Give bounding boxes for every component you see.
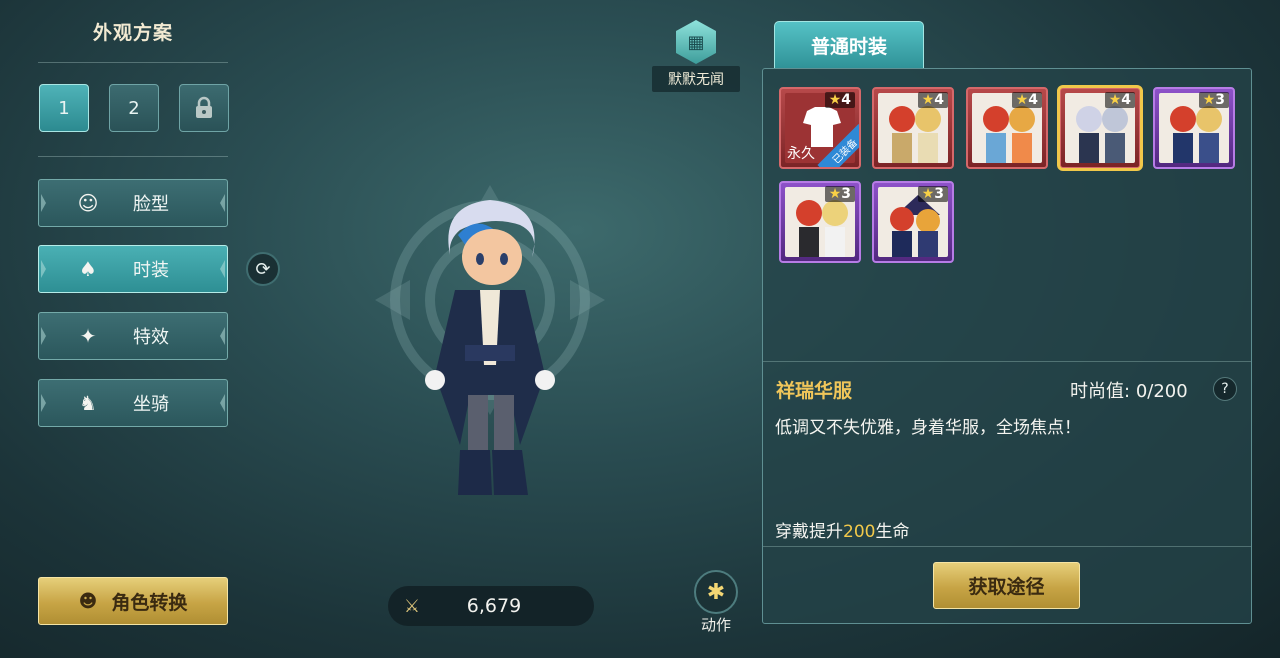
menu-effects-label: 特效	[133, 327, 169, 348]
menu-outfit[interactable]: ♠ 时装	[38, 245, 228, 293]
fashion-label: 时尚值:	[1070, 381, 1131, 402]
title-badge[interactable]: ▦ 默默无闻	[652, 20, 740, 92]
outfit-item[interactable]: ★3	[1153, 87, 1235, 169]
scheme-slot-2[interactable]: 2	[109, 84, 159, 132]
star-rating: ★3	[917, 186, 948, 202]
fashion-value: 时尚值: 0/200	[1070, 377, 1188, 403]
combat-power: ⚔ 6,679	[388, 586, 594, 626]
divider	[763, 546, 1251, 547]
permanent-label: 永久	[787, 146, 815, 162]
scheme-slot-locked[interactable]	[179, 84, 229, 132]
star-rating: ★4	[1011, 92, 1042, 108]
title-badge-icon: ▦	[676, 20, 716, 64]
outfit-item[interactable]: ★3	[779, 181, 861, 263]
appearance-scheme-title: 外观方案	[92, 22, 173, 44]
refresh-button[interactable]: ⟳	[246, 252, 280, 286]
bonus-suffix: 生命	[875, 522, 910, 542]
menu-outfit-label: 时装	[133, 260, 169, 281]
outfit-icon: ♠	[79, 257, 97, 281]
menu-mount-label: 坐骑	[133, 394, 169, 415]
star-rating: ★4	[1104, 92, 1135, 108]
bonus-prefix: 穿戴提升	[775, 522, 843, 542]
outfit-item[interactable]: ★4	[966, 87, 1048, 169]
person-switch-icon: ☻	[78, 590, 98, 612]
tab-normal-outfits[interactable]: 普通时装	[774, 21, 924, 69]
scheme-slot-1[interactable]: 1	[39, 84, 89, 132]
role-switch-label: 角色转换	[111, 591, 188, 614]
star-rating: ★3	[1198, 92, 1229, 108]
character-model[interactable]	[420, 195, 560, 505]
divider	[38, 156, 228, 157]
fashion-amount: 0/200	[1135, 381, 1188, 402]
outfit-item[interactable]: ★3	[872, 181, 954, 263]
star-rating: ★4	[917, 92, 948, 108]
outfit-item-selected[interactable]: ★4	[1057, 85, 1143, 171]
combat-power-value: 6,679	[466, 595, 522, 617]
menu-effects[interactable]: ✦ 特效	[38, 312, 228, 360]
wear-bonus: 穿戴提升200生命	[775, 517, 909, 542]
title-badge-label: 默默无闻	[652, 66, 740, 92]
mount-icon: ♞	[79, 391, 97, 415]
divider	[763, 361, 1251, 362]
outfit-name: 祥瑞华服	[776, 380, 853, 402]
divider	[38, 62, 228, 63]
crossed-swords-icon: ⚔	[403, 595, 421, 617]
action-pose-icon: ✱	[694, 570, 738, 614]
menu-face[interactable]: ☺ 脸型	[38, 179, 228, 227]
acquire-method-button[interactable]: 获取途径	[933, 562, 1080, 609]
face-icon: ☺	[77, 191, 99, 215]
outfit-description: 低调又不失优雅，身着华服，全场焦点！	[775, 418, 1081, 438]
star-rating: ★4	[824, 92, 855, 108]
sparkle-icon: ✦	[79, 324, 97, 348]
outfit-item[interactable]: ★4 永久 已装备	[779, 87, 861, 169]
bonus-value: 200	[843, 522, 876, 542]
star-rating: ★3	[824, 186, 855, 202]
refresh-icon: ⟳	[255, 258, 271, 280]
action-button[interactable]: ✱ 动作	[690, 570, 742, 635]
role-switch-button[interactable]: ☻ 角色转换	[38, 577, 228, 625]
outfit-item[interactable]: ★4	[872, 87, 954, 169]
menu-mount[interactable]: ♞ 坐骑	[38, 379, 228, 427]
help-icon[interactable]: ?	[1213, 377, 1237, 401]
action-label: 动作	[700, 616, 731, 634]
lock-icon	[196, 96, 212, 118]
menu-face-label: 脸型	[133, 194, 169, 215]
